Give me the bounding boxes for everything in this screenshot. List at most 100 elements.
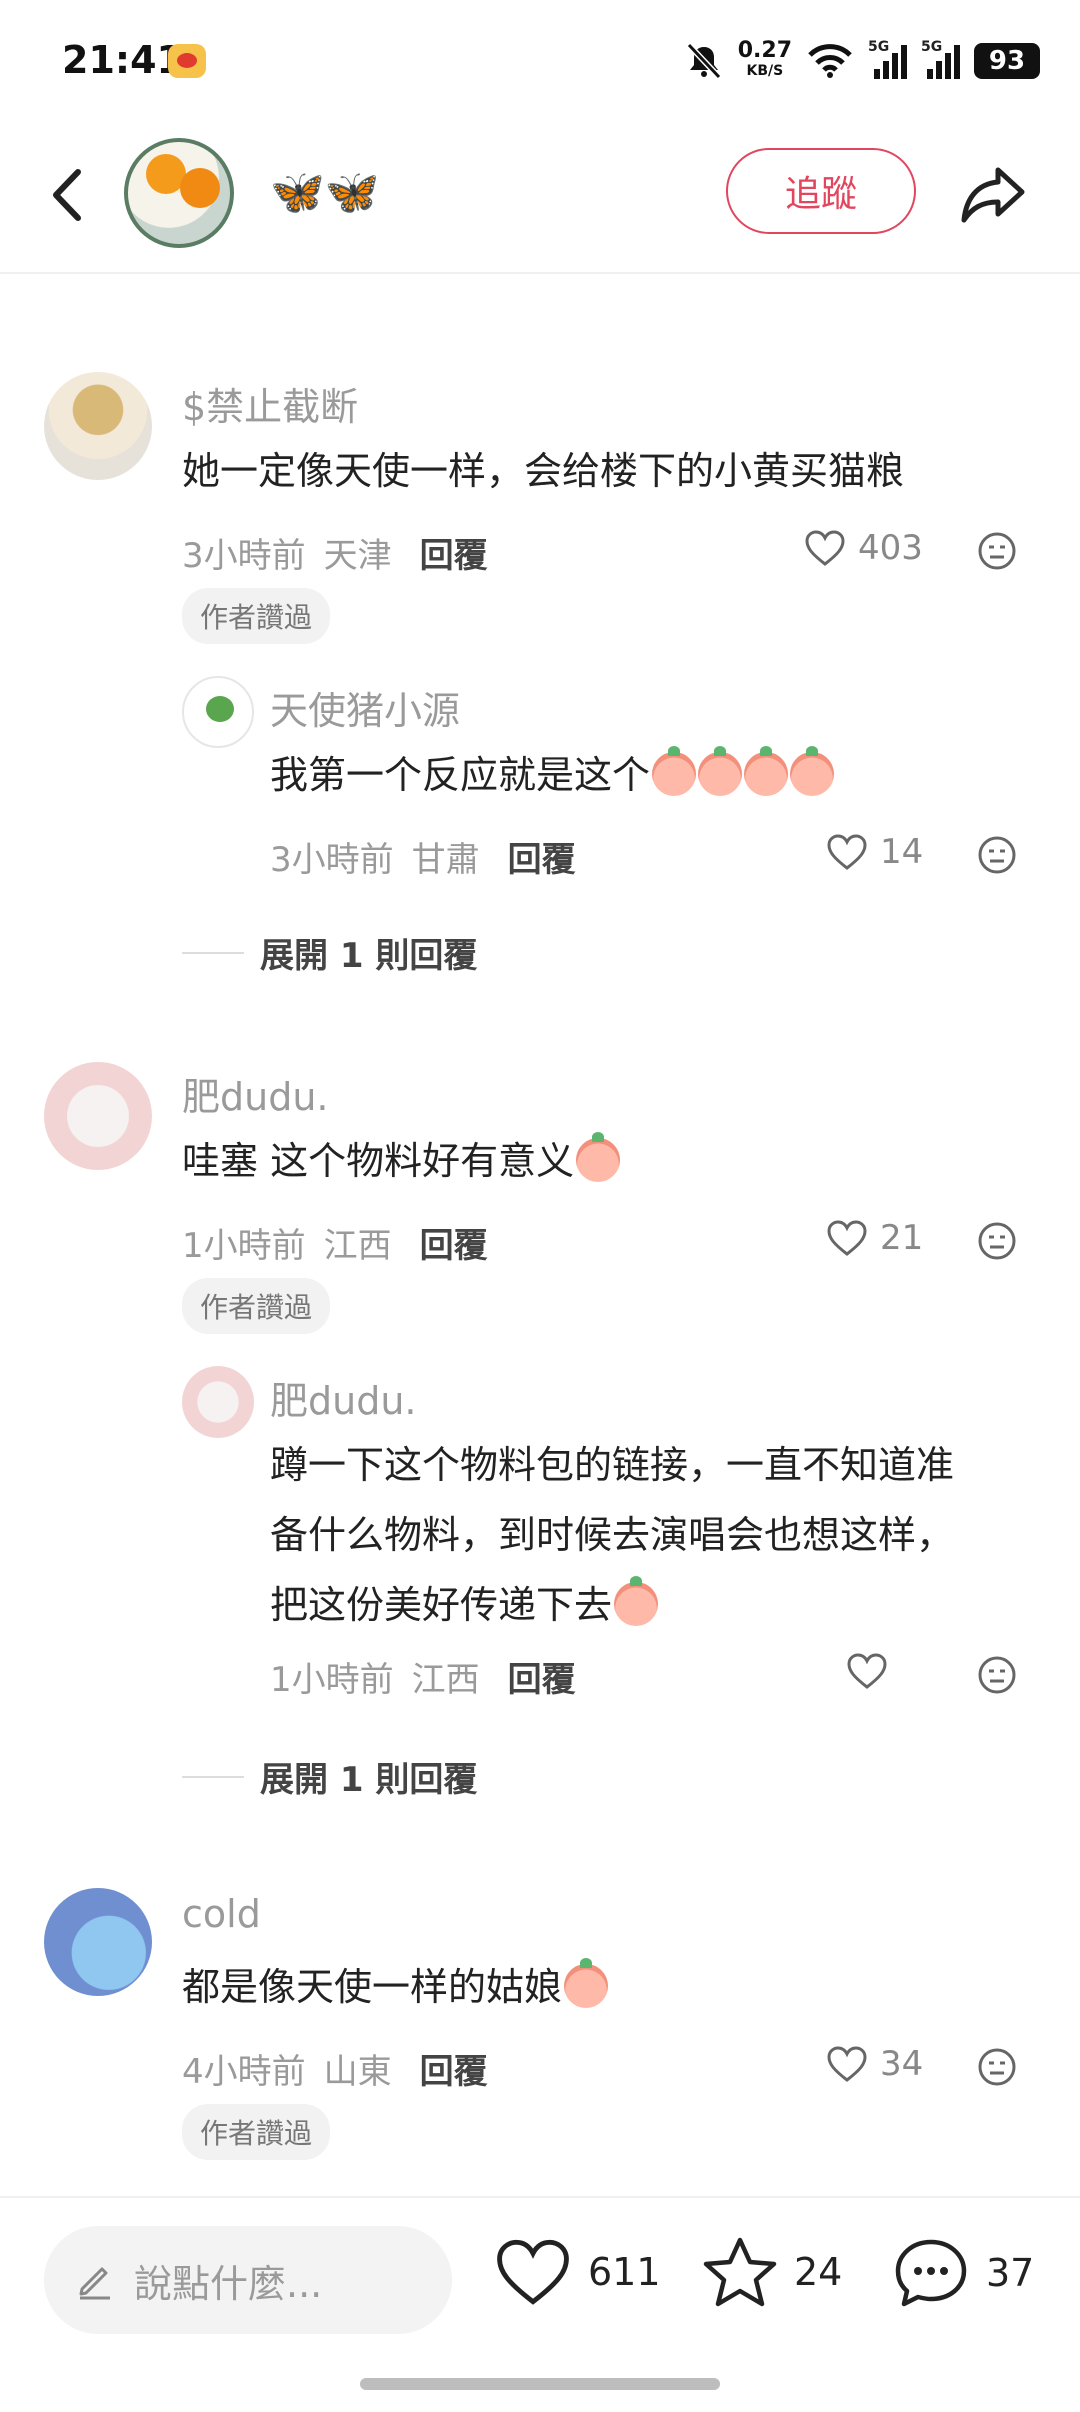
heart-icon <box>827 834 867 870</box>
expand-replies-button[interactable]: 展開 1 則回覆 <box>182 1752 477 1801</box>
header: 🦋🦋 追蹤 <box>0 120 1080 274</box>
author-liked-badge: 作者讚過 <box>182 1278 331 1334</box>
crying-emoji-icon <box>790 746 835 796</box>
reply-user-name[interactable]: 天使猪小源 <box>270 680 460 735</box>
heart-icon <box>827 2046 867 2082</box>
reply-avatar[interactable] <box>182 1366 254 1438</box>
commenter-name[interactable]: cold <box>182 1892 261 1936</box>
emoji-reaction-icon[interactable] <box>976 530 1018 572</box>
status-icons: 0.27 KB/S 5G 5G 93 <box>684 36 1040 86</box>
mute-bell-icon <box>686 42 721 80</box>
network-speed: 0.27 KB/S <box>737 38 792 81</box>
post-like-count: 611 <box>588 2250 661 2294</box>
reply-text[interactable]: 我第一个反应就是这个 <box>270 740 835 810</box>
comment-text-content: 都是像天使一样的姑娘 <box>182 1965 563 2009</box>
heart-icon <box>827 1220 867 1256</box>
reply-user-name[interactable]: 肥dudu. <box>270 1370 417 1425</box>
heart-icon <box>805 530 845 566</box>
reply-time: 3小時前 <box>270 840 394 880</box>
author-liked-badge: 作者讚過 <box>182 2104 331 2160</box>
reply-text-line: 蹲一下这个物料包的链接，一直不知道准 <box>270 1443 955 1487</box>
battery-level: 93 <box>988 46 1026 76</box>
home-indicator[interactable] <box>360 2378 720 2390</box>
reply-text-line: 把这份美好传递下去 <box>270 1583 613 1627</box>
comment-text[interactable]: 都是像天使一样的姑娘 <box>182 1952 609 2022</box>
like-post-button[interactable]: 611 <box>494 2236 661 2308</box>
heart-icon <box>497 2239 569 2305</box>
emoji-reaction-icon[interactable] <box>976 1220 1018 1262</box>
crying-emoji-icon <box>744 746 789 796</box>
commenter-name[interactable]: $禁止截断 <box>182 376 358 431</box>
reply-meta: 1小時前 江西 回覆 <box>270 1652 576 1701</box>
like-button[interactable]: 34 <box>826 2044 923 2084</box>
comment-meta: 3小時前 天津 回覆 <box>182 528 488 577</box>
crying-emoji-icon <box>652 746 697 796</box>
reply-button[interactable]: 回覆 <box>420 2044 488 2093</box>
weibo-notification-icon <box>168 44 206 78</box>
emoji-icon <box>564 1958 609 2008</box>
comment-location: 江西 <box>323 1226 392 1266</box>
commenter-name[interactable]: 肥dudu. <box>182 1066 329 1121</box>
comment-text[interactable]: 哇塞 这个物料好有意义 <box>182 1126 621 1196</box>
comment-time: 3小時前 <box>182 536 306 576</box>
reply-time: 1小時前 <box>270 1660 394 1700</box>
reply-button[interactable]: 回覆 <box>508 1652 576 1701</box>
comment-meta: 4小時前 山東 回覆 <box>182 2044 488 2093</box>
bottom-bar: 說點什麼... 611 24 37 <box>0 2196 1080 2346</box>
comment-time: 1小時前 <box>182 1226 306 1266</box>
comment-text-content: 哇塞 这个物料好有意义 <box>182 1139 575 1183</box>
emoji-reaction-icon[interactable] <box>976 834 1018 876</box>
reply-button[interactable]: 回覆 <box>420 1218 488 1267</box>
reply-button[interactable]: 回覆 <box>508 832 576 881</box>
network-speed-unit: KB/S <box>746 63 784 79</box>
emoji-reaction-icon[interactable] <box>976 1654 1018 1696</box>
status-bar: 21:41 0.27 KB/S 5G 5G 93 <box>0 0 1080 120</box>
reply-text-content: 我第一个反应就是这个 <box>270 753 651 797</box>
expand-replies-label: 展開 1 則回覆 <box>260 936 478 976</box>
reply-text[interactable]: 蹲一下这个物料包的链接，一直不知道准 备什么物料，到时候去演唱会也想这样， 把这… <box>270 1430 1050 1640</box>
reply-button[interactable]: 回覆 <box>420 528 488 577</box>
reply-avatar[interactable] <box>182 676 254 748</box>
expand-divider <box>182 951 244 954</box>
comment-input[interactable]: 說點什麼... <box>44 2226 452 2334</box>
share-icon[interactable] <box>956 156 1030 230</box>
signal-1-label: 5G <box>868 39 890 55</box>
like-button[interactable] <box>846 1652 888 1690</box>
comments-count: 37 <box>986 2251 1035 2295</box>
signal-2-label: 5G <box>921 39 943 55</box>
like-button[interactable]: 21 <box>826 1218 923 1258</box>
back-arrow-icon[interactable] <box>38 160 98 230</box>
commenter-avatar[interactable] <box>44 1888 152 1996</box>
comment-location: 山東 <box>323 2052 392 2092</box>
author-liked-badge: 作者讚過 <box>182 588 331 644</box>
expand-divider <box>182 1775 244 1778</box>
commenter-avatar[interactable] <box>44 372 152 480</box>
comment-text[interactable]: 她一定像天使一样，会给楼下的小黄买猫粮 <box>182 436 904 506</box>
like-button[interactable]: 14 <box>826 832 923 872</box>
like-count: 34 <box>880 2044 924 2084</box>
author-name[interactable]: 🦋🦋 <box>270 166 380 218</box>
battery-icon: 93 <box>974 43 1040 79</box>
like-count: 14 <box>880 832 924 872</box>
signal-1-icon: 5G <box>868 39 907 79</box>
like-count: 403 <box>858 528 923 568</box>
favorite-button[interactable]: 24 <box>702 2236 842 2308</box>
emoji-icon <box>614 1576 659 1626</box>
reply-location: 江西 <box>411 1660 480 1700</box>
follow-button[interactable]: 追蹤 <box>726 148 916 234</box>
comment-time: 4小時前 <box>182 2052 306 2092</box>
commenter-avatar[interactable] <box>44 1062 152 1170</box>
network-speed-value: 0.27 <box>737 38 792 63</box>
heart-icon <box>847 1653 887 1689</box>
comment-bubble-icon <box>895 2239 967 2307</box>
like-button[interactable]: 403 <box>804 528 923 568</box>
emoji-reaction-icon[interactable] <box>976 2046 1018 2088</box>
reply-meta: 3小時前 甘肅 回覆 <box>270 832 576 881</box>
status-time: 21:41 <box>62 38 183 82</box>
comment-input-placeholder: 說點什麼... <box>134 2261 323 2306</box>
expand-replies-button[interactable]: 展開 1 則回覆 <box>182 928 477 977</box>
comments-button[interactable]: 37 <box>892 2236 1034 2310</box>
expand-replies-label: 展開 1 則回覆 <box>260 1760 478 1800</box>
author-avatar[interactable] <box>124 138 234 248</box>
favorite-count: 24 <box>794 2250 843 2294</box>
